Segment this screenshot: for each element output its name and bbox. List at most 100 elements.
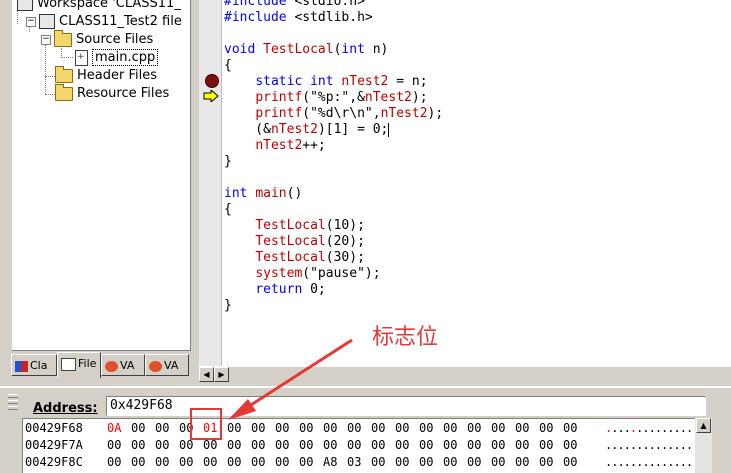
memory-byte[interactable]: 00 (563, 454, 587, 470)
memory-byte[interactable]: 00 (251, 437, 275, 453)
memory-ascii: .................... (605, 438, 696, 452)
memory-byte[interactable]: 00 (131, 454, 155, 470)
memory-byte[interactable]: 00 (275, 420, 299, 436)
memory-byte[interactable]: 00 (227, 420, 251, 436)
memory-byte[interactable]: 00 (467, 454, 491, 470)
memory-byte[interactable]: 00 (515, 437, 539, 453)
code-line: } (224, 154, 232, 169)
memory-byte[interactable]: 00 (107, 437, 131, 453)
memory-byte[interactable]: 00 (467, 420, 491, 436)
memory-byte[interactable]: 00 (395, 437, 419, 453)
workspace-icon (17, 0, 33, 11)
memory-byte[interactable]: 00 (419, 420, 443, 436)
code-line: printf("%d\r\n",nTest2); (255, 106, 444, 121)
collapse-icon[interactable]: − (41, 34, 51, 45)
memory-byte[interactable]: 00 (155, 420, 179, 436)
memory-byte[interactable]: 00 (515, 420, 539, 436)
memory-byte[interactable]: 00 (275, 437, 299, 453)
breakpoint-icon[interactable] (205, 74, 219, 88)
memory-byte[interactable]: 00 (419, 437, 443, 453)
memory-byte[interactable]: 00 (107, 454, 131, 470)
memory-byte[interactable]: 00 (371, 437, 395, 453)
tree-guide (45, 76, 55, 77)
scroll-right-button[interactable]: ▶ (214, 367, 229, 382)
memory-byte[interactable]: 00 (251, 420, 275, 436)
memory-row[interactable]: 00429F7A 00 00 00 00 00 00 00 00 00 00 00 00 00 00 00 00… (25, 437, 696, 453)
memory-byte[interactable]: A8 (323, 454, 347, 470)
memory-byte[interactable]: 00 (443, 454, 467, 470)
code-line: #include <stdlib.h> (224, 10, 373, 25)
memory-byte[interactable]: 00 (491, 454, 515, 470)
memory-byte[interactable]: 00 (203, 454, 227, 470)
scroll-up-button[interactable]: ▲ (696, 418, 711, 433)
memory-byte[interactable]: 00 (227, 454, 251, 470)
code-line: TestLocal(30); (255, 250, 365, 265)
source-file-main[interactable]: main.cpp (75, 49, 159, 66)
memory-byte[interactable]: 00 (443, 437, 467, 453)
memory-byte[interactable]: 00 (419, 454, 443, 470)
memory-byte[interactable]: 00 (131, 420, 155, 436)
memory-byte[interactable]: 00 (371, 454, 395, 470)
tree-guide (45, 94, 55, 95)
code-line: printf("%p:",&nTest2); (255, 90, 428, 105)
code-line: return 0; (255, 282, 326, 297)
memory-byte[interactable]: 00 (227, 437, 251, 453)
ide-window: Workspace 'CLASS11_ − CLASS11_Test2 file … (0, 0, 731, 473)
memory-byte[interactable]: 00 (323, 437, 347, 453)
workspace-node[interactable]: Workspace 'CLASS11_ (17, 0, 181, 12)
memory-byte[interactable]: 00 (539, 454, 563, 470)
memory-byte[interactable]: 00 (347, 420, 371, 436)
code-line: nTest2++; (255, 138, 326, 153)
memory-byte[interactable]: 00 (155, 437, 179, 453)
project-icon (39, 14, 55, 29)
memory-byte[interactable]: 00 (539, 437, 563, 453)
header-files-folder[interactable]: Header Files (55, 65, 157, 84)
file-tree[interactable]: Workspace 'CLASS11_ − CLASS11_Test2 file … (12, 0, 191, 351)
collapse-icon[interactable]: − (26, 16, 36, 27)
memory-dump[interactable]: 00429F68 0A 00 00 00 01 00 00 00 00 00 00 00 00 00 00 00… (22, 418, 696, 473)
memory-byte[interactable]: 00 (491, 420, 515, 436)
memory-row[interactable]: 00429F8C 00 00 00 00 00 00 00 00 00 A8 03 00 00 00 00 00… (25, 454, 695, 470)
memory-byte[interactable]: 03 (347, 454, 371, 470)
memory-byte[interactable]: 00 (563, 420, 587, 436)
editor-gutter[interactable] (199, 0, 222, 366)
memory-byte[interactable]: 00 (299, 437, 323, 453)
memory-byte[interactable]: 00 (275, 454, 299, 470)
current-line-arrow-icon (203, 90, 219, 102)
memory-byte[interactable]: 00 (299, 420, 323, 436)
memory-byte[interactable]: 00 (467, 437, 491, 453)
tab-va-2[interactable]: VA (145, 354, 189, 376)
memory-byte[interactable]: 00 (323, 420, 347, 436)
memory-vertical-scrollbar[interactable]: ▲ (695, 418, 712, 473)
memory-byte[interactable]: 00 (179, 454, 203, 470)
folder-open-icon (54, 29, 72, 47)
annotation-label: 标志位 (372, 325, 439, 350)
memory-byte[interactable]: 00 (251, 454, 275, 470)
resource-files-folder[interactable]: Resource Files (55, 83, 169, 102)
memory-byte[interactable]: 00 (131, 437, 155, 453)
code-line: { (224, 58, 232, 73)
scroll-left-button[interactable]: ◀ (199, 367, 214, 382)
memory-byte[interactable]: 00 (491, 437, 515, 453)
code-editor[interactable]: #include <stdio.h> #include <stdlib.h> voi… (222, 0, 731, 366)
dock-grip[interactable] (8, 392, 18, 416)
memory-byte[interactable]: 00 (299, 454, 323, 470)
tab-file-view[interactable]: File (57, 352, 101, 378)
tab-va-1[interactable]: VA (101, 354, 145, 376)
memory-byte[interactable]: 00 (515, 454, 539, 470)
memory-byte[interactable]: 0A (107, 420, 131, 436)
memory-byte[interactable]: 00 (371, 420, 395, 436)
memory-byte[interactable]: 00 (347, 437, 371, 453)
memory-byte[interactable]: 00 (443, 420, 467, 436)
memory-byte[interactable]: 00 (155, 454, 179, 470)
source-files-folder[interactable]: − Source Files (41, 29, 153, 48)
memory-byte[interactable]: 00 (563, 437, 587, 453)
memory-byte[interactable]: 00 (539, 420, 563, 436)
memory-byte[interactable]: 00 (395, 454, 419, 470)
memory-byte[interactable]: 00 (395, 420, 419, 436)
memory-row[interactable]: 00429F68 0A 00 00 00 01 00 00 00 00 00 00 00 00 00 00 00… (25, 420, 695, 436)
tomato-icon (105, 360, 118, 372)
project-node[interactable]: − CLASS11_Test2 file (26, 13, 182, 30)
editor-horizontal-scrollbar[interactable]: ◀ ▶ (199, 366, 731, 383)
tab-class-view[interactable]: Cla (11, 354, 57, 376)
